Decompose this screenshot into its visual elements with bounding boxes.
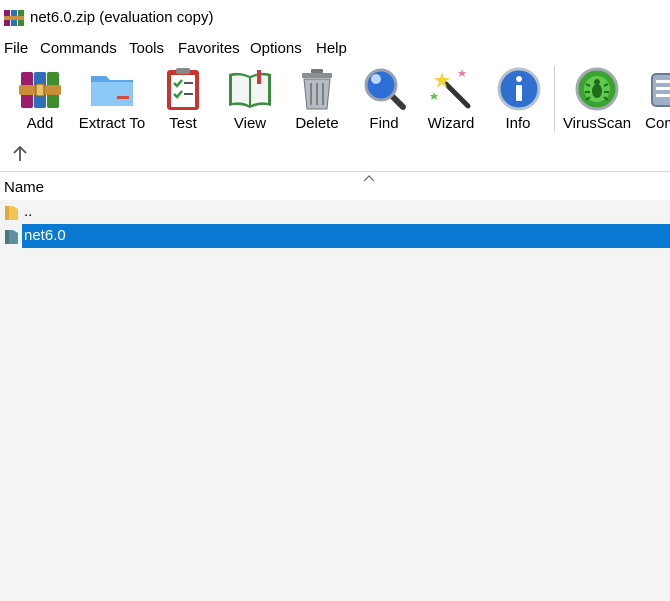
list-item[interactable]: net6.0 — [0, 224, 670, 248]
winrar-books-icon — [4, 10, 24, 26]
test-button[interactable]: Test — [160, 66, 206, 133]
toolbar-separator — [554, 66, 555, 132]
magnifier-icon — [364, 68, 406, 110]
folder-icon — [5, 230, 18, 244]
add-button[interactable]: Add — [16, 66, 64, 133]
test-label: Test — [169, 115, 197, 132]
folder-icon — [5, 206, 18, 220]
test-clipboard-icon — [167, 68, 199, 110]
find-button[interactable]: Find — [362, 66, 406, 133]
extract-to-label: Extract To — [78, 115, 146, 132]
view-book-icon — [229, 70, 271, 108]
menu-commands[interactable]: Commands — [40, 38, 117, 60]
list-item-name: net6.0 — [22, 224, 670, 248]
wizard-label: Wizard — [427, 115, 475, 132]
comment-button[interactable]: Com — [638, 66, 670, 133]
virusscan-label: VirusScan — [562, 115, 632, 132]
info-icon — [497, 67, 541, 111]
list-header: Name — [0, 172, 670, 200]
file-list[interactable]: .. net6.0 — [0, 200, 670, 601]
add-label: Add — [26, 115, 54, 132]
title-bar: net6.0.zip (evaluation copy) — [0, 0, 670, 36]
toolbar: Add Extract To Test View Delete Find Wiz… — [0, 60, 670, 172]
menu-file[interactable]: File — [4, 38, 28, 60]
column-header-name[interactable]: Name — [4, 179, 44, 197]
menu-bar: File Commands Tools Favorites Options He… — [0, 38, 670, 60]
sort-caret-icon — [363, 175, 375, 182]
up-arrow-icon[interactable] — [10, 144, 30, 164]
find-label: Find — [369, 115, 399, 132]
magic-wand-icon — [430, 69, 471, 109]
virus-scan-icon — [575, 67, 619, 111]
delete-label: Delete — [295, 115, 339, 132]
extract-to-button[interactable]: Extract To — [76, 66, 148, 133]
list-item-name: .. — [24, 203, 33, 220]
add-archive-icon — [19, 72, 61, 108]
wizard-button[interactable]: Wizard — [424, 66, 478, 133]
trash-icon — [302, 69, 332, 110]
view-label: View — [233, 115, 267, 132]
menu-options[interactable]: Options — [250, 38, 302, 60]
info-button[interactable]: Info — [496, 66, 541, 133]
view-button[interactable]: View — [224, 66, 276, 133]
comment-icon — [651, 73, 670, 107]
menu-tools[interactable]: Tools — [129, 38, 164, 60]
virusscan-button[interactable]: VirusScan — [562, 66, 632, 133]
delete-button[interactable]: Delete — [292, 66, 342, 133]
extract-folder-icon — [91, 76, 133, 106]
info-label: Info — [505, 115, 531, 132]
window-title: net6.0.zip (evaluation copy) — [30, 9, 214, 26]
menu-help[interactable]: Help — [316, 38, 347, 60]
comment-label: Com — [645, 115, 670, 132]
list-item[interactable]: .. — [0, 200, 670, 224]
menu-favorites[interactable]: Favorites — [178, 38, 240, 60]
